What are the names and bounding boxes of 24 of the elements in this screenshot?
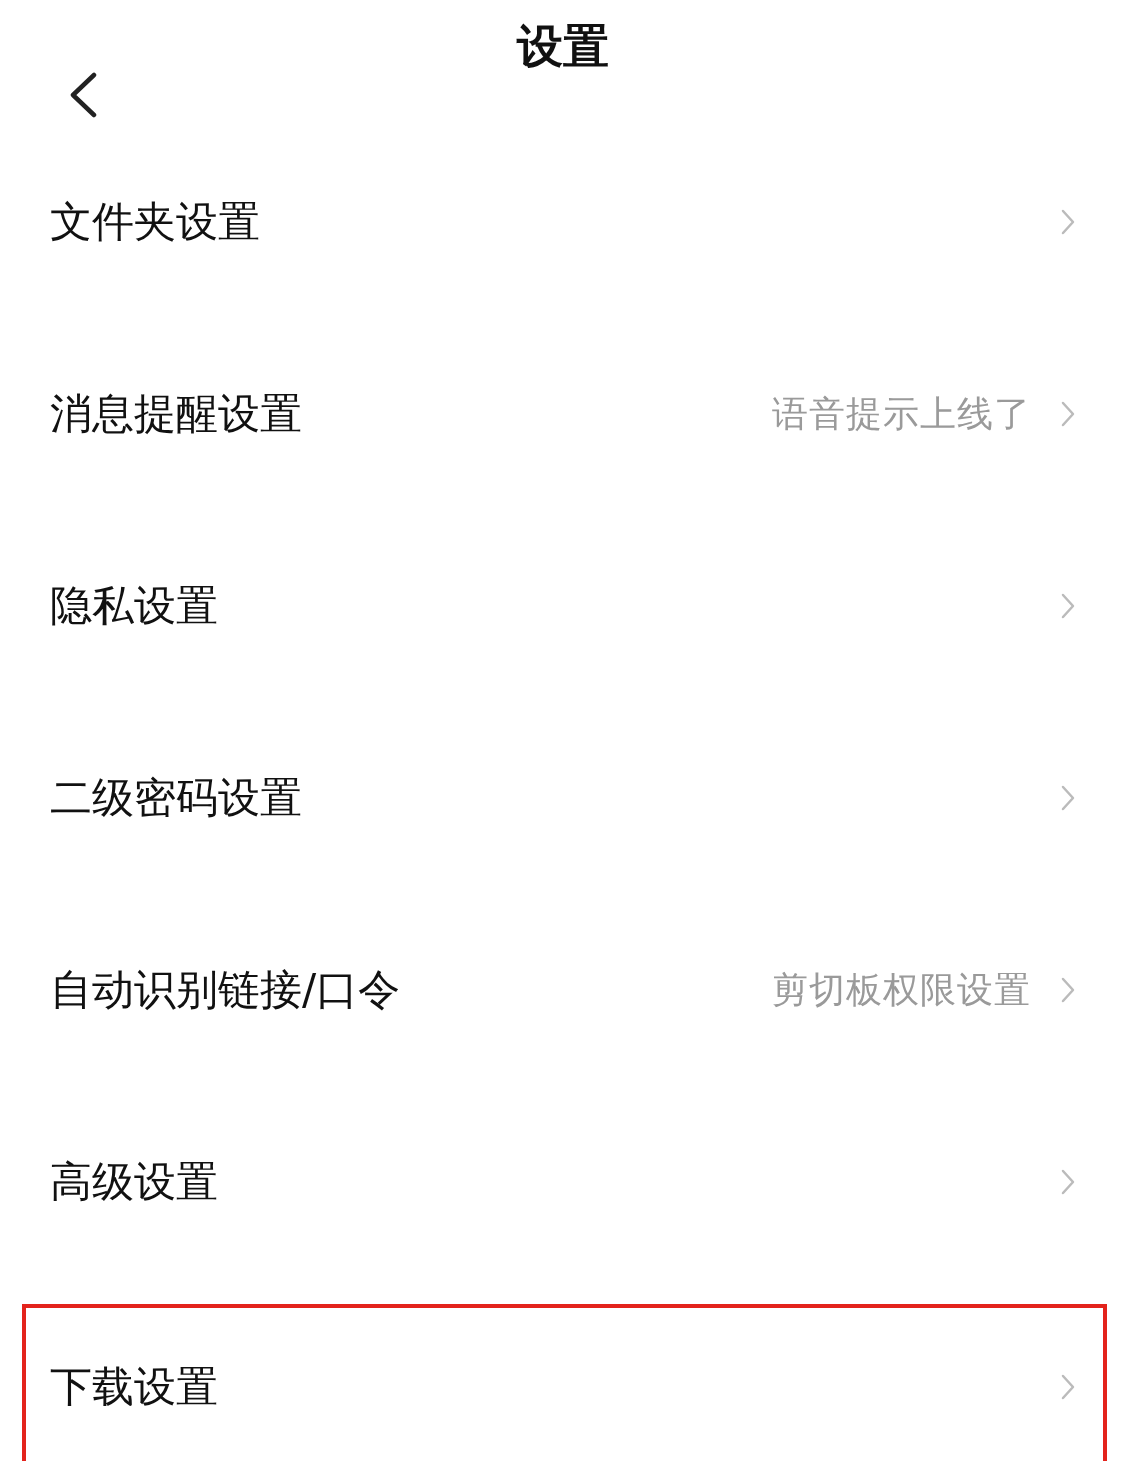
chevron-right-icon [1061,1374,1075,1400]
page-title: 设置 [516,18,609,75]
settings-row[interactable]: 二级密码设置 [22,702,1107,894]
settings-row[interactable]: 隐私设置 [22,510,1107,702]
settings-row[interactable]: 自动识别链接/口令 剪切板权限设置 [22,894,1107,1086]
chevron-right-icon [1061,593,1075,619]
chevron-right-icon [1061,401,1075,427]
highlighted-settings-row[interactable]: 下载设置 [22,1304,1107,1461]
row-label: 自动识别链接/口令 [50,964,402,1016]
row-label: 隐私设置 [50,580,219,632]
row-hint: 剪切板权限设置 [772,967,1031,1012]
chevron-right-icon [1061,977,1075,1003]
row-label: 文件夹设置 [50,196,261,248]
row-hint: 语音提示上线了 [772,391,1031,436]
row-label: 下载设置 [50,1361,219,1413]
chevron-right-icon [1061,785,1075,811]
row-label: 二级密码设置 [50,772,303,824]
chevron-right-icon [1061,1169,1075,1195]
row-label: 消息提醒设置 [50,388,303,440]
settings-row[interactable]: 消息提醒设置 语音提示上线了 [22,318,1107,510]
settings-row[interactable]: 高级设置 [22,1086,1107,1278]
row-label: 高级设置 [50,1156,219,1208]
chevron-right-icon [1061,209,1075,235]
settings-row[interactable]: 文件夹设置 [22,126,1107,318]
